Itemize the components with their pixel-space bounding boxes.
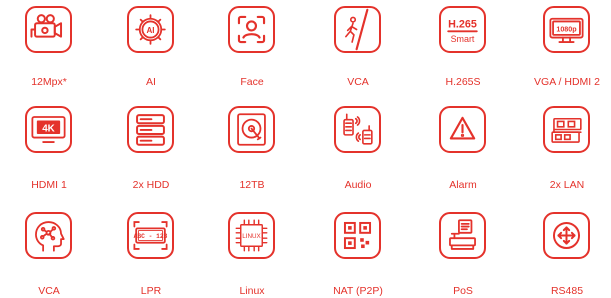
feature-label: VCA	[38, 285, 60, 297]
network-card-icon	[543, 106, 590, 153]
face-recognition-icon	[228, 6, 275, 53]
qr-code-icon	[334, 212, 381, 259]
feature-tile-2x-hdd: 2x HDD	[96, 100, 196, 192]
feature-tile-12tb: 12TB	[197, 100, 297, 192]
alarm-warning-icon	[439, 106, 486, 153]
feature-label: VCA	[347, 76, 369, 88]
feature-tile-vca-brain: VCA	[0, 206, 94, 298]
two-way-radio-icon	[334, 106, 381, 153]
feature-label: NAT (P2P)	[333, 285, 383, 297]
feature-tile-hdmi1: 4K HDMI 1	[0, 100, 94, 192]
feature-tile-rs485: RS485	[512, 206, 611, 298]
resolution-text: 1080p	[556, 25, 577, 33]
feature-label: PoS	[453, 285, 473, 297]
feature-tile-vca: VCA	[303, 0, 403, 92]
feature-label: 2x LAN	[549, 179, 585, 191]
cctv-camera-icon	[25, 6, 72, 53]
feature-tile-linux: LINUX Linux	[197, 206, 297, 298]
feature-tile-audio: Audio	[303, 100, 403, 192]
feature-icon-grid: 12Mpx* AI AI Face VCA H.265 Smart H.265S…	[0, 0, 611, 298]
feature-tile-face: Face	[197, 0, 297, 92]
feature-tile-ai: AI AI	[96, 0, 196, 92]
svg-text:AI: AI	[146, 26, 154, 35]
linux-chip-icon: LINUX	[228, 212, 275, 259]
feature-label: AI	[146, 76, 156, 88]
feature-label: Alarm	[449, 179, 477, 191]
4k-text: 4K	[42, 123, 55, 134]
ai-chip-icon: AI	[127, 6, 174, 53]
feature-tile-pos: PoS	[408, 206, 508, 298]
tripwire-intruder-icon	[334, 6, 381, 53]
license-plate-icon: ABC - 123	[127, 212, 174, 259]
feature-label: RS485	[550, 285, 584, 297]
brain-network-icon	[25, 212, 72, 259]
feature-tile-nat-p2p: NAT (P2P)	[303, 206, 403, 298]
feature-label: Linux	[239, 285, 265, 297]
feature-tile-alarm: Alarm	[408, 100, 508, 192]
h265-smart-icon: H.265 Smart	[439, 6, 486, 53]
feature-tile-12mpx: 12Mpx*	[0, 0, 94, 92]
smart-text: Smart	[451, 34, 475, 44]
feature-tile-h265s: H.265 Smart H.265S	[408, 0, 508, 92]
feature-label: Audio	[344, 179, 372, 191]
hard-drive-icon	[228, 106, 275, 153]
feature-label: HDMI 1	[31, 179, 67, 191]
linux-text: LINUX	[242, 233, 261, 240]
feature-tile-lpr: ABC - 123 LPR	[96, 206, 196, 298]
monitor-1080p-icon: 1080p	[543, 6, 590, 53]
feature-label: VGA / HDMI 2	[534, 76, 600, 88]
monitor-4k-icon: 4K	[25, 106, 72, 153]
plate-text: ABC - 123	[134, 233, 168, 240]
h265-text: H.265	[448, 19, 477, 31]
feature-label: 2x HDD	[132, 179, 170, 191]
four-way-arrows-icon	[543, 212, 590, 259]
feature-label: H.265S	[445, 76, 481, 88]
feature-tile-2x-lan: 2x LAN	[512, 100, 611, 192]
feature-tile-vga-hdmi2: 1080p VGA / HDMI 2	[512, 0, 611, 92]
feature-label: 12Mpx*	[31, 76, 67, 88]
feature-label: Face	[240, 76, 264, 88]
server-stack-icon	[127, 106, 174, 153]
point-of-sale-icon	[439, 212, 486, 259]
feature-label: LPR	[140, 285, 162, 297]
feature-label: 12TB	[239, 179, 265, 191]
